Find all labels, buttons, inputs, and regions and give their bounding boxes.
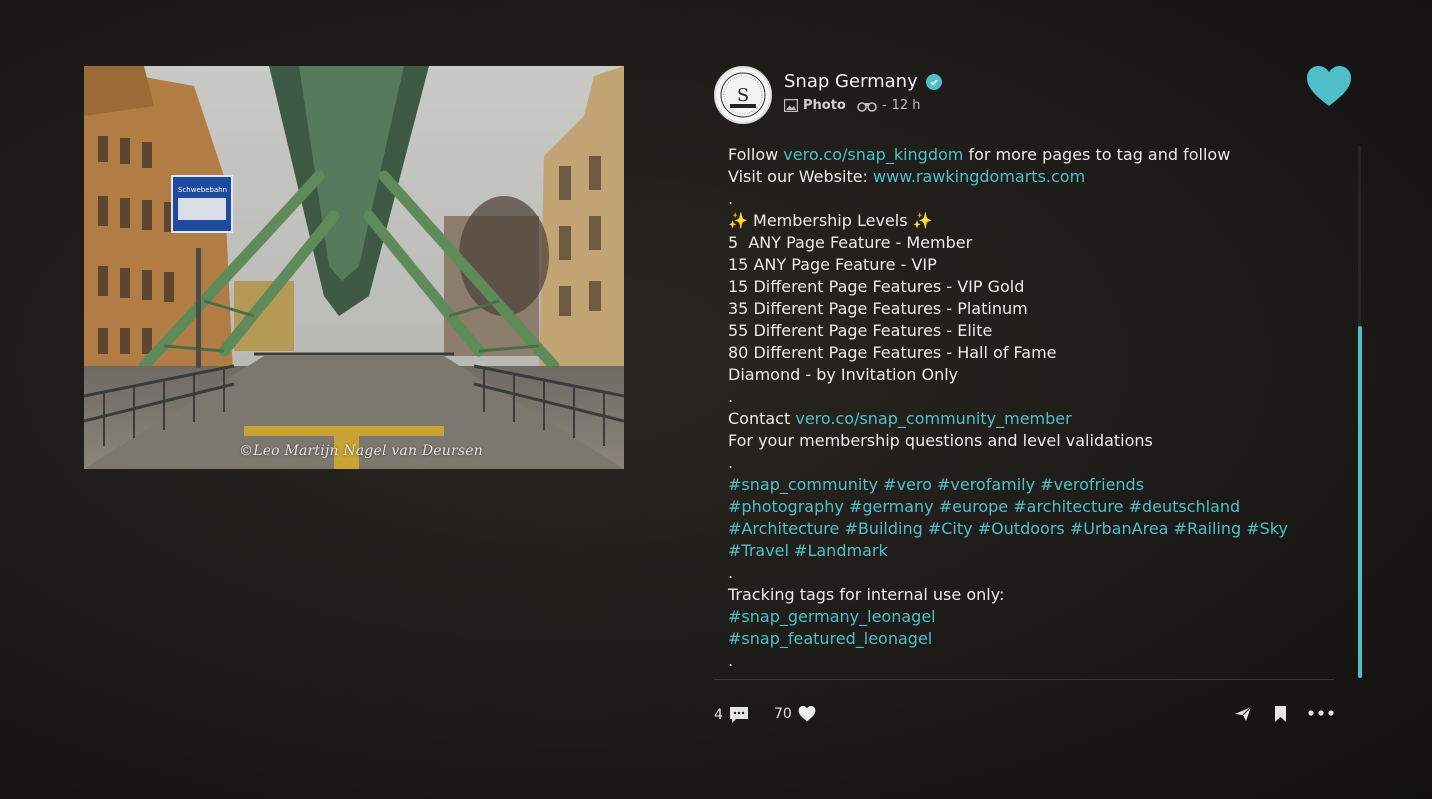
caption-line: #snap_community #vero #verofamily #verof… — [728, 474, 1348, 496]
caption-text: Tracking tags for internal use only: — [728, 585, 1005, 604]
caption-text: Contact — [728, 409, 796, 428]
caption-line: Diamond - by Invitation Only — [728, 364, 1348, 386]
heart-icon — [798, 706, 816, 722]
image-icon — [784, 99, 798, 112]
caption-text: . — [728, 563, 734, 582]
hashtag-link[interactable]: #snap_germany_leonagel — [728, 607, 936, 626]
caption-text: 5 ANY Page Feature - Member — [728, 233, 973, 252]
caption-text: 15 ANY Page Feature - VIP — [728, 255, 937, 274]
caption-text: Diamond - by Invitation Only — [728, 365, 959, 384]
avatar-letter: S — [737, 85, 749, 106]
post-detail-panel: S Snap Germany Photo - 12 h Follow vero.… — [714, 66, 1366, 746]
caption-line: For your membership questions and level … — [728, 430, 1348, 452]
binoculars-icon — [857, 100, 877, 112]
scrollbar-thumb[interactable] — [1358, 326, 1362, 678]
caption-line: . — [728, 650, 1348, 672]
caption-line: #Travel #Landmark — [728, 540, 1348, 562]
caption-line: . — [728, 452, 1348, 474]
photo-watermark: ©Leo Martijn Nagel van Deursen — [239, 443, 483, 459]
hashtag-link[interactable]: #Architecture #Building #City #Outdoors … — [728, 519, 1288, 538]
caption-text: ✨ Membership Levels ✨ — [728, 211, 933, 230]
caption-line: . — [728, 562, 1348, 584]
caption-text: 35 Different Page Features - Platinum — [728, 299, 1028, 318]
hashtag-link[interactable]: #snap_featured_leonagel — [728, 629, 932, 648]
post-caption: Follow vero.co/snap_kingdom for more pag… — [728, 144, 1348, 672]
comments-button[interactable]: 4 — [714, 706, 749, 724]
caption-text: 55 Different Page Features - Elite — [728, 321, 993, 340]
photo-image: Schwebebahn — [84, 66, 624, 469]
caption-text: 15 Different Page Features - VIP Gold — [728, 277, 1025, 296]
author-row: Snap Germany — [784, 71, 942, 92]
hashtag-link[interactable]: #Travel #Landmark — [728, 541, 888, 560]
caption-line: 80 Different Page Features - Hall of Fam… — [728, 342, 1348, 364]
comments-count: 4 — [714, 707, 723, 723]
hashtag-link[interactable]: #snap_community #vero #verofamily #verof… — [728, 475, 1144, 494]
sign-text: Schwebebahn — [178, 186, 227, 194]
hashtag-link[interactable]: #photography #germany #europe #architect… — [728, 497, 1240, 516]
like-heart-icon[interactable] — [1306, 66, 1352, 108]
author-name[interactable]: Snap Germany — [784, 71, 918, 92]
caption-line: 5 ANY Page Feature - Member — [728, 232, 1348, 254]
likes-button[interactable]: 70 — [774, 706, 816, 722]
caption-link[interactable]: www.rawkingdomarts.com — [873, 167, 1085, 186]
caption-link[interactable]: vero.co/snap_community_member — [795, 409, 1071, 428]
caption-text: . — [728, 453, 734, 472]
post-time: 12 h — [891, 98, 921, 113]
caption-line: 35 Different Page Features - Platinum — [728, 298, 1348, 320]
caption-text: for more pages to tag and follow — [963, 145, 1231, 164]
caption-line: Follow vero.co/snap_kingdom for more pag… — [728, 144, 1348, 166]
post-type: Photo — [803, 98, 846, 113]
comment-icon — [729, 706, 749, 724]
caption-line: . — [728, 386, 1348, 408]
meta-separator: - — [881, 98, 887, 113]
caption-text: 80 Different Page Features - Hall of Fam… — [728, 343, 1057, 362]
caption-line: #snap_featured_leonagel — [728, 628, 1348, 650]
caption-line: . — [728, 188, 1348, 210]
send-icon[interactable] — [1234, 706, 1252, 722]
caption-line: #snap_germany_leonagel — [728, 606, 1348, 628]
verified-check-icon — [925, 73, 942, 90]
caption-line: 15 ANY Page Feature - VIP — [728, 254, 1348, 276]
caption-line: #Architecture #Building #City #Outdoors … — [728, 518, 1348, 540]
caption-text: . — [728, 189, 734, 208]
caption-line: Tracking tags for internal use only: — [728, 584, 1348, 606]
caption-line: 55 Different Page Features - Elite — [728, 320, 1348, 342]
caption-text: . — [728, 387, 734, 406]
caption-text: Follow — [728, 145, 784, 164]
likes-count: 70 — [774, 706, 792, 722]
avatar[interactable]: S — [714, 66, 772, 124]
caption-line: ✨ Membership Levels ✨ — [728, 210, 1348, 232]
caption-text: For your membership questions and level … — [728, 431, 1153, 450]
caption-line: Visit our Website: www.rawkingdomarts.co… — [728, 166, 1348, 188]
post-meta: Photo - 12 h — [784, 98, 920, 113]
post-photo[interactable]: Schwebebahn ©Leo Martijn Nagel van Deurs… — [84, 66, 624, 469]
more-icon[interactable] — [1308, 710, 1334, 716]
post-actions: 4 70 — [714, 706, 1336, 730]
bookmark-icon[interactable] — [1274, 706, 1287, 722]
caption-text: Visit our Website: — [728, 167, 874, 186]
caption-line: Contact vero.co/snap_community_member — [728, 408, 1348, 430]
caption-text: . — [728, 651, 734, 670]
divider — [714, 679, 1334, 680]
caption-line: 15 Different Page Features - VIP Gold — [728, 276, 1348, 298]
caption-line: #photography #germany #europe #architect… — [728, 496, 1348, 518]
caption-link[interactable]: vero.co/snap_kingdom — [783, 145, 963, 164]
